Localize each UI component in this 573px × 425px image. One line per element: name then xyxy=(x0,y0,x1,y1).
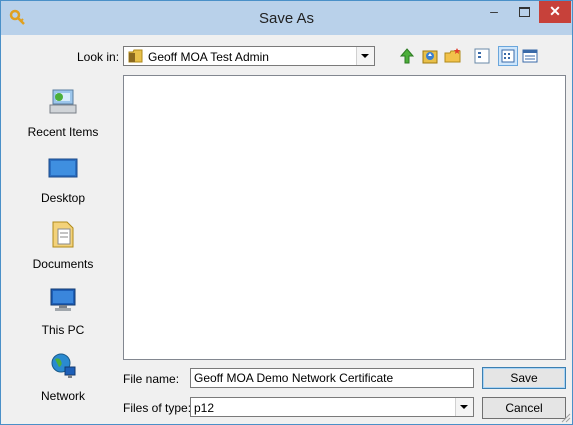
list-view-icon[interactable] xyxy=(498,46,518,66)
places-bar: Recent Items Desktop Documents This PC N… xyxy=(10,75,116,415)
maximize-icon xyxy=(519,7,530,17)
recent-items-icon xyxy=(49,89,77,114)
look-in-value: Geoff MOA Test Admin xyxy=(148,50,269,64)
save-as-dialog: Save As – ✕ Look in: Geoff MOA Test Admi… xyxy=(0,0,573,425)
files-of-type-value: p12 xyxy=(194,401,215,415)
close-button[interactable]: ✕ xyxy=(539,1,571,23)
new-folder-icon[interactable] xyxy=(443,46,463,66)
file-list[interactable] xyxy=(123,75,566,360)
save-button[interactable]: Save xyxy=(482,367,566,389)
place-network[interactable]: Network xyxy=(10,347,116,411)
up-folder-icon[interactable] xyxy=(420,46,440,66)
network-icon xyxy=(51,353,76,378)
place-label: Recent Items xyxy=(27,125,99,139)
folder-icon xyxy=(128,49,143,63)
place-label: Desktop xyxy=(40,191,86,205)
chevron-down-icon[interactable] xyxy=(455,398,473,416)
place-label: Documents xyxy=(32,257,94,271)
maximize-button[interactable] xyxy=(509,1,539,23)
place-this-pc[interactable]: This PC xyxy=(10,281,116,345)
place-documents[interactable]: Documents xyxy=(10,215,116,279)
look-in-label: Look in: xyxy=(77,50,120,64)
place-recent-items[interactable]: Recent Items xyxy=(10,83,116,147)
documents-icon xyxy=(52,221,74,248)
look-in-dropdown[interactable]: Geoff MOA Test Admin xyxy=(123,46,375,66)
desktop-icon xyxy=(48,158,78,178)
back-icon[interactable] xyxy=(397,46,417,66)
title-bar[interactable]: Save As – ✕ xyxy=(1,1,572,35)
details-view-icon[interactable] xyxy=(520,46,540,66)
place-desktop[interactable]: Desktop xyxy=(10,149,116,213)
file-name-field[interactable] xyxy=(190,368,474,388)
place-label: Network xyxy=(40,389,85,403)
cancel-button[interactable]: Cancel xyxy=(482,397,566,419)
resize-grip-icon[interactable] xyxy=(559,411,571,423)
files-of-type-label: Files of type: xyxy=(123,401,192,415)
place-label: This PC xyxy=(41,323,85,337)
chevron-down-icon[interactable] xyxy=(356,47,374,65)
minimize-button[interactable]: – xyxy=(479,1,509,23)
this-pc-icon xyxy=(50,288,76,311)
view-menu-icon[interactable] xyxy=(472,46,492,66)
file-name-label: File name: xyxy=(123,372,180,386)
files-of-type-dropdown[interactable]: p12 xyxy=(190,397,474,417)
